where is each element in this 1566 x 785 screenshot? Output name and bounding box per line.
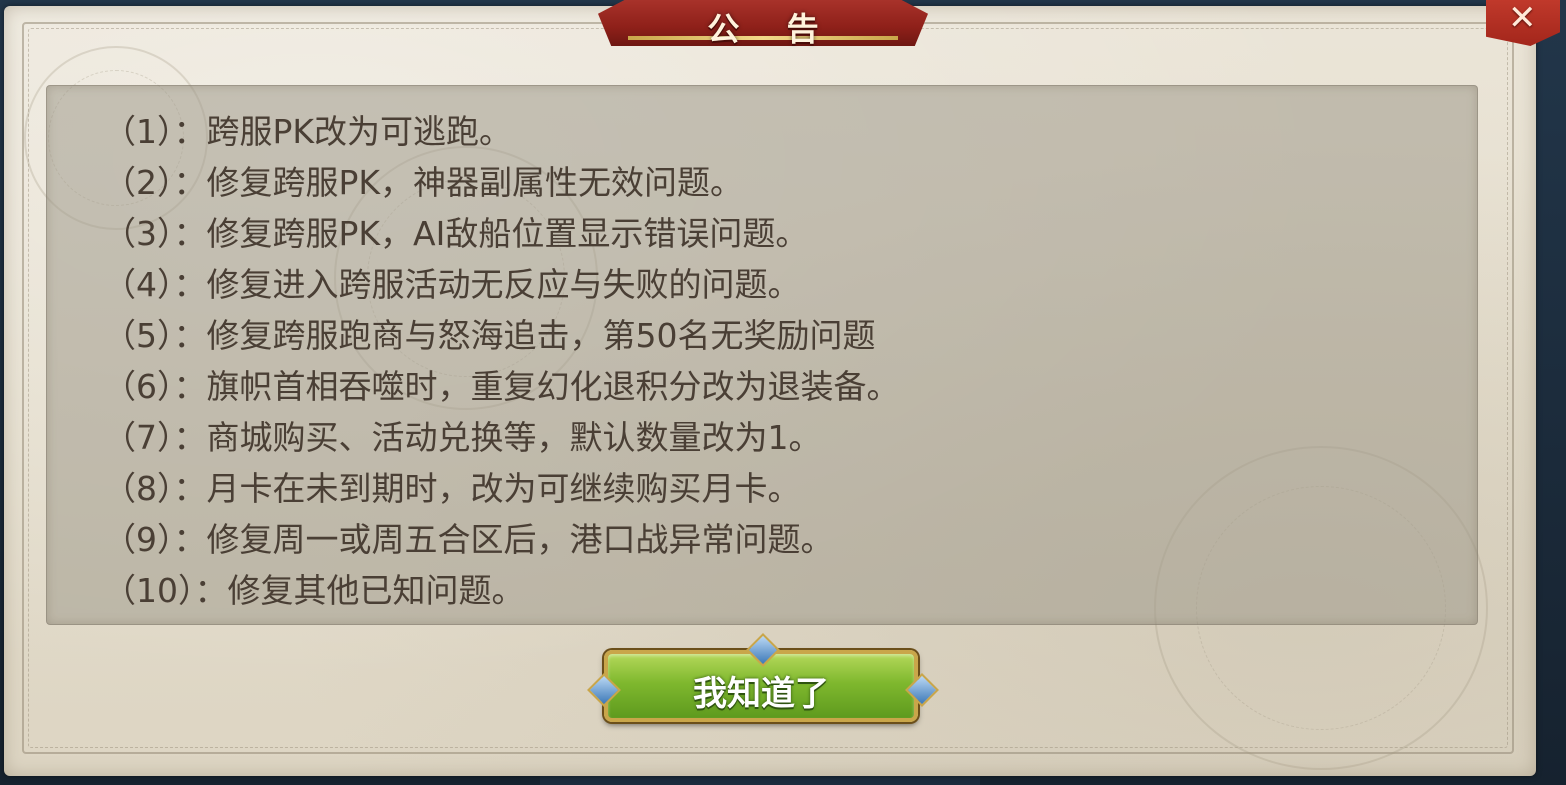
list-item: （5）：修复跨服跑商与怒海追击，第50名无奖励问题 [103, 310, 1477, 361]
item-number: （7）： [103, 418, 207, 457]
item-text: 修复跨服跑商与怒海追击，第50名无奖励问题 [206, 316, 876, 355]
item-text: 商城购买、活动兑换等，默认数量改为1。 [206, 418, 822, 457]
item-number: （5）： [103, 316, 207, 355]
dialog-title: 公 告 [707, 10, 837, 48]
item-number: （4）： [103, 265, 207, 304]
close-x-icon: ✕ [1508, 0, 1537, 38]
confirm-button-label: 我知道了 [693, 674, 829, 714]
confirm-button-frame: 我知道了 [587, 633, 939, 728]
list-item: （1）：跨服PK改为可逃跑。 [103, 106, 1477, 157]
list-item: （7）：商城购买、活动兑换等，默认数量改为1。 [103, 412, 1477, 463]
list-item: （2）：修复跨服PK，神器副属性无效问题。 [103, 157, 1477, 208]
list-item: （9）：修复周一或周五合区后，港口战异常问题。 [103, 514, 1477, 565]
item-text: 修复进入跨服活动无反应与失败的问题。 [206, 265, 801, 304]
notice-content-box: （1）：跨服PK改为可逃跑。 （2）：修复跨服PK，神器副属性无效问题。 （3）… [46, 85, 1478, 625]
notice-list: （1）：跨服PK改为可逃跑。 （2）：修复跨服PK，神器副属性无效问题。 （3）… [47, 86, 1477, 616]
item-text: 修复周一或周五合区后，港口战异常问题。 [206, 520, 834, 559]
item-text: 旗帜首相吞噬时，重复幻化退积分改为退装备。 [206, 367, 900, 406]
item-number: （3）： [103, 214, 207, 253]
item-number: （9）： [103, 520, 207, 559]
item-text: 修复跨服PK，AI敌船位置显示错误问题。 [206, 214, 809, 253]
list-item: （10）：修复其他已知问题。 [103, 565, 1477, 616]
item-number: （2）： [103, 163, 207, 202]
list-item: （4）：修复进入跨服活动无反应与失败的问题。 [103, 259, 1477, 310]
item-text: 月卡在未到期时，改为可继续购买月卡。 [206, 469, 801, 508]
title-banner: 公 告 [598, 0, 928, 50]
item-number: （8）： [103, 469, 207, 508]
item-number: （10）： [103, 571, 228, 610]
item-text: 跨服PK改为可逃跑。 [206, 112, 513, 151]
item-number: （1）： [103, 112, 207, 151]
list-item: （3）：修复跨服PK，AI敌船位置显示错误问题。 [103, 208, 1477, 259]
list-item: （8）：月卡在未到期时，改为可继续购买月卡。 [103, 463, 1477, 514]
list-item: （6）：旗帜首相吞噬时，重复幻化退积分改为退装备。 [103, 361, 1477, 412]
item-number: （6）： [103, 367, 207, 406]
game-screen: 公 告 ✕ （1）：跨服PK改为可逃跑。 （2）：修复跨服PK，神器副属性无效问… [0, 0, 1566, 785]
item-text: 修复其他已知问题。 [227, 571, 525, 610]
item-text: 修复跨服PK，神器副属性无效问题。 [206, 163, 744, 202]
